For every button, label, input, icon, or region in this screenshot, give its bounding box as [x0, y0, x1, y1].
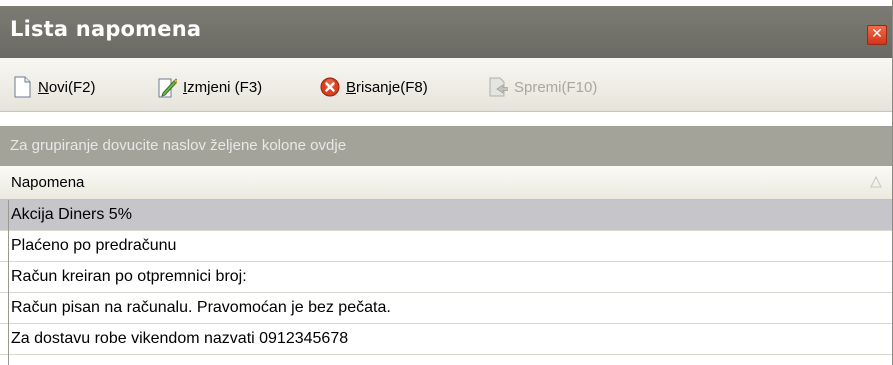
table-row[interactable]: Akcija Diners 5% — [0, 200, 892, 231]
edit-button[interactable]: Izmjeni (F3) — [157, 74, 262, 100]
table-row[interactable]: Račun pisan na računalu. Pravomoćan je b… — [0, 293, 892, 324]
row-napomena-cell: Račun kreiran po otpremnici broj: — [11, 268, 247, 285]
table-row[interactable]: Plaćeno po predračunu — [0, 231, 892, 262]
column-header-label: Napomena — [11, 174, 85, 191]
save-button[interactable]: Spremi(F10) — [488, 74, 597, 100]
title-bar: Lista napomena ✕ — [0, 0, 892, 58]
edit-button-label: Izmjeni (F3) — [183, 78, 263, 96]
save-document-icon — [489, 77, 508, 97]
grid-left-border — [8, 200, 9, 365]
row-napomena-cell: Račun pisan na računalu. Pravomoćan je b… — [11, 299, 391, 316]
column-header-napomena[interactable]: Napomena — [0, 166, 892, 200]
save-button-label: Spremi(F10) — [514, 78, 598, 96]
close-button[interactable]: ✕ — [867, 25, 887, 45]
delete-button[interactable]: Brisanje(F8) — [320, 74, 428, 100]
window-title: Lista napomena — [10, 17, 202, 41]
new-document-icon — [14, 76, 31, 98]
group-by-panel[interactable]: Za grupiranje dovucite naslov željene ko… — [0, 126, 892, 166]
delete-x-icon — [320, 77, 340, 97]
group-by-hint: Za grupiranje dovucite naslov željene ko… — [10, 137, 347, 154]
row-napomena-cell: Akcija Diners 5% — [11, 206, 132, 223]
notes-table-body: Akcija Diners 5% Plaćeno po predračunu R… — [0, 200, 892, 355]
edit-document-icon — [158, 78, 177, 98]
new-button-label: Novi(F2) — [38, 78, 96, 96]
table-row[interactable]: Račun kreiran po otpremnici broj: — [0, 262, 892, 293]
table-row[interactable]: Za dostavu robe vikendom nazvati 0912345… — [0, 324, 892, 355]
row-napomena-cell: Plaćeno po predračunu — [11, 237, 177, 254]
row-napomena-cell: Za dostavu robe vikendom nazvati 0912345… — [11, 330, 349, 347]
new-button[interactable]: Novi(F2) — [12, 74, 96, 100]
notes-list-window: Lista napomena ✕ Novi(F2) Izmjeni (F3) B… — [0, 0, 893, 365]
sort-indicator-icon — [870, 175, 882, 188]
delete-button-label: Brisanje(F8) — [346, 78, 428, 96]
toolbar: Novi(F2) Izmjeni (F3) Brisanje(F8) Sprem… — [0, 58, 892, 112]
close-icon: ✕ — [871, 26, 883, 42]
